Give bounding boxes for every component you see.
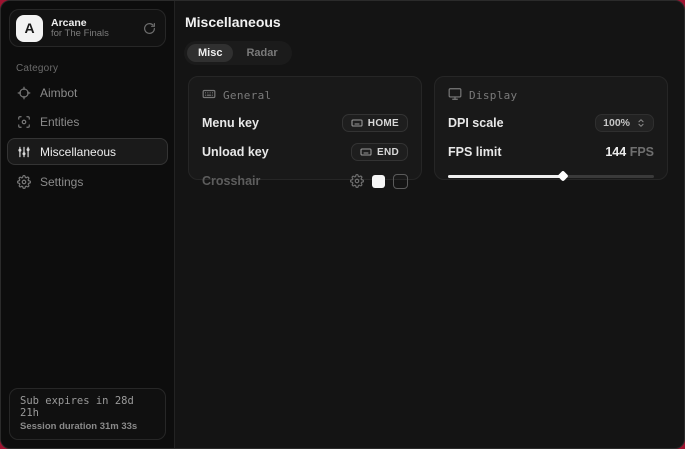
- display-card: Display DPI scale 100% FPS limit: [434, 76, 668, 180]
- unload-key-row: Unload key END: [202, 142, 408, 162]
- unload-key-label: Unload key: [202, 145, 269, 159]
- gear-icon: [17, 175, 31, 189]
- tab-radar[interactable]: Radar: [235, 44, 288, 62]
- fps-limit-slider[interactable]: [448, 171, 654, 181]
- crosshair-label: Crosshair: [202, 174, 260, 188]
- sliders-icon: [17, 145, 31, 159]
- monitor-icon: [448, 87, 462, 104]
- chevrons-up-down-icon: [636, 118, 646, 128]
- sidebar-item-label: Settings: [40, 175, 83, 189]
- fps-limit-label: FPS limit: [448, 145, 501, 159]
- dpi-scale-row: DPI scale 100%: [448, 113, 654, 133]
- subscription-card: Sub expires in 28d 21h Session duration …: [9, 388, 166, 440]
- keyboard-icon: [202, 87, 216, 104]
- sidebar-item-label: Aimbot: [40, 86, 77, 100]
- sidebar-item-aimbot[interactable]: Aimbot: [7, 80, 168, 105]
- page-title: Miscellaneous: [185, 14, 668, 30]
- fps-limit-value: 144: [605, 145, 626, 159]
- app-logo-letter: A: [24, 20, 34, 36]
- menu-key-bind-button[interactable]: HOME: [342, 114, 408, 132]
- menu-key-row: Menu key HOME: [202, 113, 408, 133]
- app-name: Arcane: [51, 17, 135, 29]
- menu-key-label: Menu key: [202, 116, 259, 130]
- fps-limit-row: FPS limit 144 FPS: [448, 142, 654, 162]
- crosshair-icon: [17, 86, 31, 100]
- general-card: General Menu key HOME Unload key: [188, 76, 422, 180]
- app-window: A Arcane for The Finals Category Aim: [0, 0, 685, 449]
- session-duration-text: Session duration 31m 33s: [20, 421, 155, 432]
- app-subtitle: for The Finals: [51, 29, 135, 40]
- display-card-title: Display: [469, 89, 517, 102]
- crosshair-row: Crosshair: [202, 171, 408, 191]
- sidebar-item-label: Miscellaneous: [40, 145, 116, 159]
- dpi-scale-select[interactable]: 100%: [595, 114, 654, 132]
- sidebar-item-entities[interactable]: Entities: [7, 109, 168, 134]
- fps-limit-unit: FPS: [630, 145, 654, 159]
- dpi-scale-value: 100%: [603, 117, 630, 129]
- slider-fill: [448, 175, 563, 178]
- crosshair-color-swatch[interactable]: [372, 175, 385, 188]
- tab-misc[interactable]: Misc: [187, 44, 233, 62]
- unload-key-value: END: [377, 147, 399, 158]
- app-logo-card: A Arcane for The Finals: [9, 9, 166, 47]
- keyboard-icon: [351, 117, 363, 129]
- scan-eye-icon: [17, 115, 31, 129]
- slider-thumb[interactable]: [558, 170, 569, 181]
- sub-expires-text: Sub expires in 28d 21h: [20, 395, 155, 419]
- unload-key-bind-button[interactable]: END: [351, 143, 408, 161]
- sidebar: A Arcane for The Finals Category Aim: [1, 1, 175, 448]
- sidebar-nav: Aimbot Entities Miscellaneous: [1, 78, 174, 196]
- dpi-scale-label: DPI scale: [448, 116, 504, 130]
- sidebar-item-miscellaneous[interactable]: Miscellaneous: [7, 138, 168, 165]
- sidebar-item-label: Entities: [40, 115, 79, 129]
- keyboard-icon: [360, 146, 372, 158]
- sync-icon[interactable]: [143, 22, 156, 35]
- menu-key-value: HOME: [368, 118, 399, 129]
- sidebar-item-settings[interactable]: Settings: [7, 169, 168, 194]
- crosshair-checkbox[interactable]: [393, 174, 408, 189]
- category-label: Category: [16, 63, 159, 74]
- app-logo: A: [16, 15, 43, 42]
- general-card-title: General: [223, 89, 271, 102]
- tab-bar: Misc Radar: [184, 41, 292, 65]
- crosshair-settings-gear-icon[interactable]: [350, 174, 364, 188]
- main-content: Miscellaneous Misc Radar General Menu ke…: [175, 1, 685, 448]
